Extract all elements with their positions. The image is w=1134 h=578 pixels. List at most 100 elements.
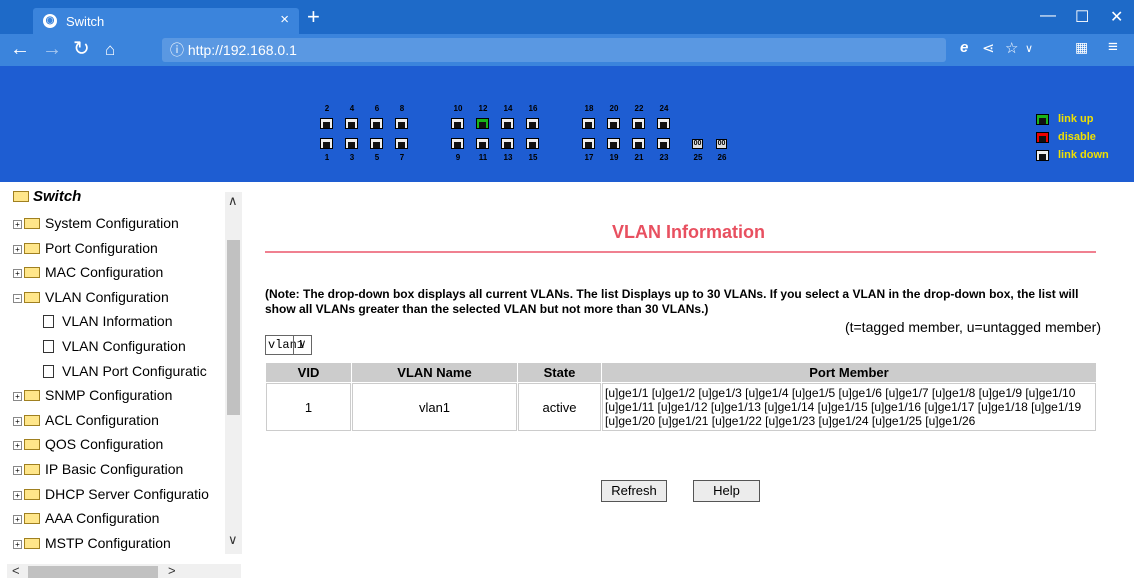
expand-icon[interactable]: + — [13, 539, 22, 549]
sidebar-item[interactable]: + SNMP Configuration — [13, 384, 172, 406]
expand-icon[interactable]: + — [13, 244, 22, 254]
maximize-icon[interactable]: ☐ — [1075, 7, 1089, 27]
document-icon — [43, 315, 54, 329]
port-icon[interactable] — [526, 138, 539, 149]
port-icon[interactable] — [607, 118, 620, 129]
folder-icon — [24, 414, 40, 426]
expand-icon[interactable]: + — [13, 466, 22, 475]
expand-icon[interactable]: + — [13, 490, 22, 500]
port-icon[interactable] — [370, 138, 383, 149]
expand-icon[interactable]: + — [13, 269, 22, 279]
port-icon[interactable] — [345, 118, 358, 129]
port-label: 16 — [528, 104, 538, 113]
scrollbar-thumb[interactable] — [227, 240, 240, 415]
scroll-right-icon[interactable]: > — [168, 563, 176, 578]
sidebar-item[interactable]: + MSTP Configuration — [13, 532, 171, 554]
port-icon[interactable] — [657, 118, 670, 129]
column-header: Port Member — [602, 363, 1096, 382]
reload-icon[interactable]: ↻ — [73, 38, 90, 60]
port-icon[interactable] — [501, 138, 514, 149]
expand-icon[interactable]: + — [13, 220, 22, 229]
browser-tab[interactable]: ◉ Switch × — [33, 8, 299, 34]
port-icon[interactable] — [395, 138, 408, 149]
port-icon[interactable] — [451, 138, 464, 149]
sidebar-item[interactable]: VLAN Information — [43, 310, 173, 332]
column-header: VID — [266, 363, 351, 382]
expand-icon[interactable]: + — [13, 515, 22, 525]
port-icon[interactable] — [476, 118, 489, 129]
port-icon[interactable] — [320, 118, 333, 129]
menu-icon[interactable]: ≡ — [1108, 37, 1118, 57]
port-label: 14 — [503, 104, 513, 113]
sidebar-item-label: VLAN Configuration — [45, 288, 169, 305]
port-icon[interactable] — [632, 138, 645, 149]
sidebar-item-label: MSTP Configuration — [45, 534, 171, 551]
port-icon[interactable] — [607, 138, 620, 149]
port-label: 26 — [717, 153, 727, 162]
forward-icon[interactable]: → — [42, 38, 62, 60]
sfp-port-icon[interactable]: 00 — [716, 139, 727, 149]
tab-title: Switch — [66, 14, 105, 29]
tree-root[interactable]: Switch — [13, 188, 81, 205]
sidebar-item-label: DHCP Server Configuratio — [45, 485, 209, 502]
scroll-left-icon[interactable]: < — [12, 563, 20, 578]
port-icon[interactable] — [582, 138, 595, 149]
sidebar-item[interactable]: + DHCP Server Configuratio — [13, 483, 209, 505]
home-icon[interactable]: ⌂ — [105, 39, 115, 61]
sidebar-item[interactable]: + Port Configuration — [13, 237, 158, 259]
close-window-icon[interactable]: ✕ — [1110, 7, 1123, 27]
minimize-icon[interactable]: — — [1040, 7, 1056, 25]
port-icon[interactable] — [526, 118, 539, 129]
sfp-port-icon[interactable]: 00 — [692, 139, 703, 149]
port-label: 19 — [609, 153, 619, 162]
sidebar-item[interactable]: + MAC Configuration — [13, 261, 163, 283]
address-field[interactable]: ⓘ http://192.168.0.1 — [162, 38, 946, 62]
port-icon[interactable] — [632, 118, 645, 129]
vlan-select[interactable]: vlan1 ∨ — [265, 335, 312, 355]
folder-icon — [24, 513, 40, 525]
state-cell: active — [518, 383, 601, 431]
collapse-icon[interactable]: − — [13, 293, 22, 303]
table-row: 1 vlan1 active [u]ge1/1 [u]ge1/2 [u]ge1/… — [266, 383, 1096, 431]
scrollbar-thumb-horizontal[interactable] — [28, 566, 158, 578]
expand-icon[interactable]: + — [13, 441, 22, 451]
sidebar-item[interactable]: VLAN Port Configuratic — [43, 360, 207, 382]
sidebar-item[interactable]: − VLAN Configuration — [13, 286, 169, 308]
port-icon[interactable] — [320, 138, 333, 149]
back-icon[interactable]: ← — [10, 38, 30, 60]
sidebar-item[interactable]: + AAA Configuration — [13, 507, 159, 529]
favorite-star-icon[interactable]: ☆ — [1005, 39, 1018, 57]
sidebar-item-label: VLAN Port Configuratic — [62, 362, 207, 379]
port-icon[interactable] — [582, 118, 595, 129]
sidebar-item[interactable]: + ACL Configuration — [13, 409, 159, 431]
port-icon[interactable] — [395, 118, 408, 129]
refresh-button[interactable]: Refresh — [601, 480, 667, 502]
port-icon[interactable] — [657, 138, 670, 149]
sidebar-item[interactable]: VLAN Configuration — [43, 335, 186, 357]
help-button[interactable]: Help — [693, 480, 760, 502]
tab-close-icon[interactable]: × — [280, 11, 289, 28]
port-label: 12 — [478, 104, 488, 113]
new-tab-button[interactable]: + — [307, 5, 320, 29]
port-icon[interactable] — [345, 138, 358, 149]
port-label: 7 — [399, 153, 405, 162]
dropdown-chevron-icon[interactable]: ∨ — [1025, 42, 1033, 55]
scroll-up-icon[interactable]: ∧ — [228, 193, 238, 209]
title-divider — [265, 251, 1096, 253]
share-icon[interactable]: ⋖ — [982, 39, 995, 57]
sidebar-item[interactable]: + System Configuration — [13, 212, 179, 234]
expand-icon[interactable]: + — [13, 392, 22, 402]
chevron-down-icon[interactable]: ∨ — [293, 336, 311, 354]
sidebar-item[interactable]: + IP Basic Configuration — [13, 458, 183, 480]
port-label: 15 — [528, 153, 538, 162]
port-icon[interactable] — [370, 118, 383, 129]
expand-icon[interactable]: + — [13, 416, 22, 426]
scroll-down-icon[interactable]: ∨ — [228, 532, 238, 548]
port-icon[interactable] — [501, 118, 514, 129]
port-label: 22 — [634, 104, 644, 113]
port-icon[interactable] — [476, 138, 489, 149]
ie-mode-icon[interactable]: e — [960, 39, 968, 56]
apps-grid-icon[interactable]: ▦ — [1075, 39, 1088, 56]
sidebar-item[interactable]: + QOS Configuration — [13, 433, 163, 455]
port-icon[interactable] — [451, 118, 464, 129]
